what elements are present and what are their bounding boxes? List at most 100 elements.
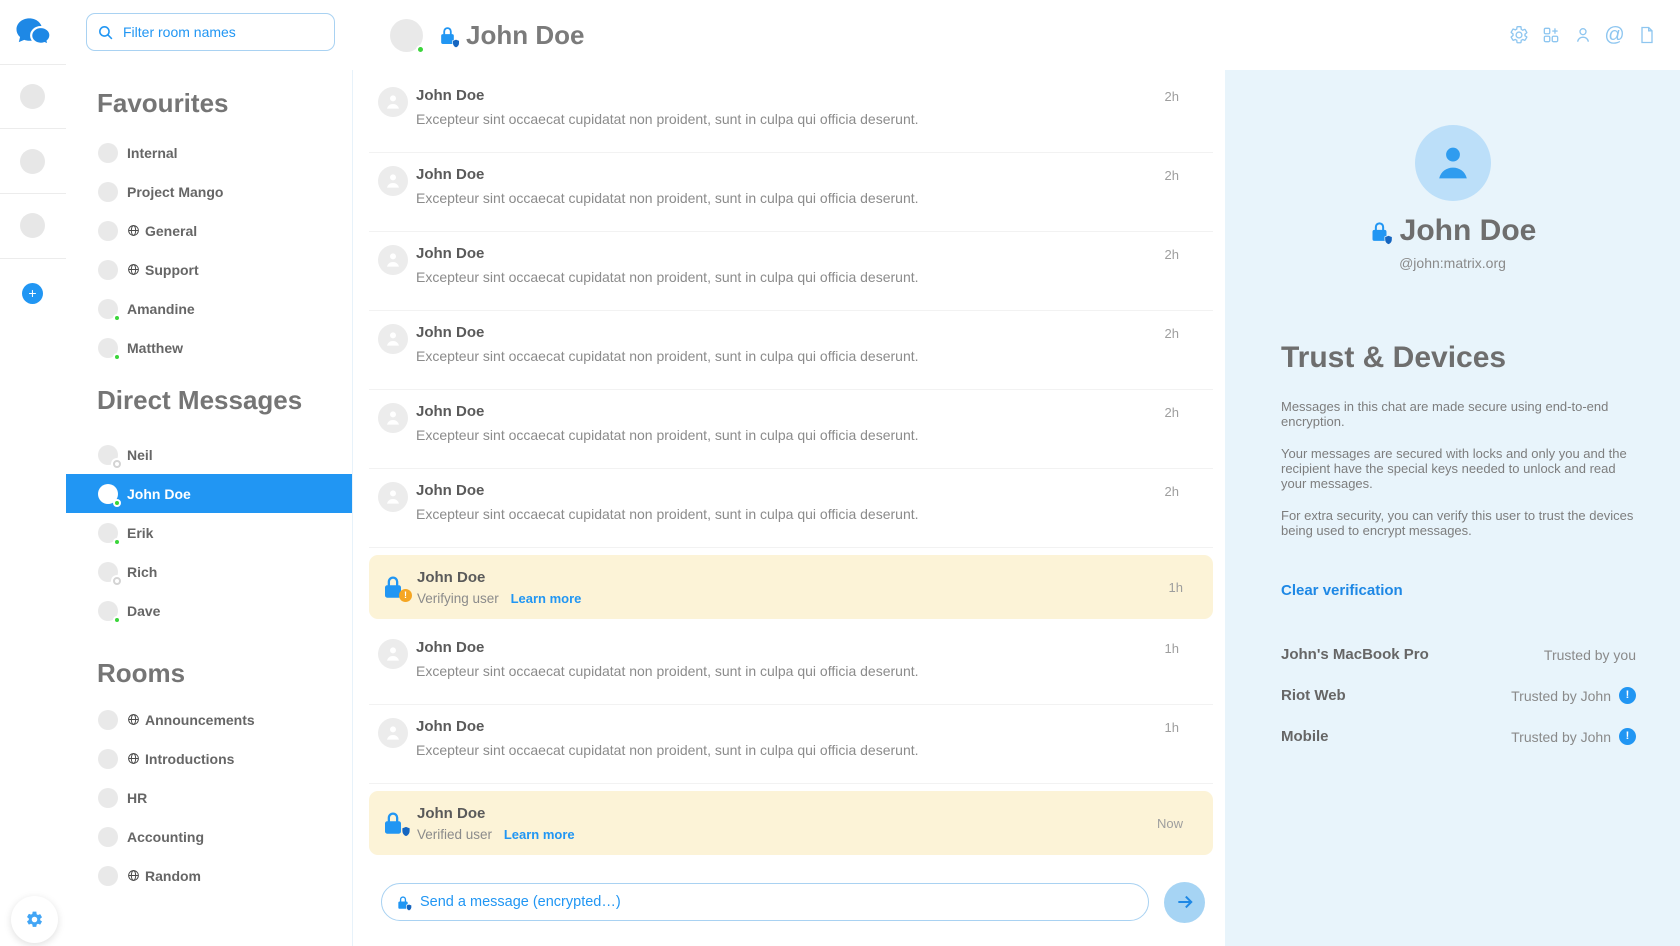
sidebar-item-accounting[interactable]: Accounting	[66, 817, 352, 856]
rail-divider	[0, 193, 66, 194]
room-name: Project Mango	[127, 184, 223, 200]
globe-icon	[127, 263, 140, 276]
mention-icon[interactable]: @	[1604, 25, 1625, 46]
learn-more-link[interactable]: Learn more	[504, 827, 575, 842]
sidebar-item-hr[interactable]: HR	[66, 778, 352, 817]
verified-lock-icon	[1369, 220, 1390, 243]
arrow-right-icon	[1175, 892, 1195, 912]
composer-bar	[353, 858, 1225, 946]
sidebar-item-rich[interactable]: Rich	[66, 552, 352, 591]
room-filter-input[interactable]	[123, 24, 324, 40]
message-sender: John Doe	[416, 639, 919, 656]
sidebar-item-introductions[interactable]: Introductions	[66, 739, 352, 778]
message-timestamp: 1h	[1169, 580, 1183, 595]
device-list: John's MacBook Pro Trusted by you Riot W…	[1281, 634, 1636, 757]
person-icon	[383, 487, 403, 507]
rail-community-avatar[interactable]	[20, 213, 45, 238]
trust-paragraph: Your messages are secured with locks and…	[1281, 446, 1636, 492]
avatar	[98, 143, 118, 163]
add-community-button[interactable]: +	[22, 283, 43, 304]
avatar	[378, 403, 408, 433]
device-trust-status: Trusted by you	[1544, 647, 1636, 663]
rail-community-avatar[interactable]	[20, 149, 45, 174]
sidebar-item-internal[interactable]: Internal	[66, 133, 352, 172]
search-icon	[97, 24, 114, 41]
settings-button[interactable]	[11, 896, 58, 943]
avatar	[378, 639, 408, 669]
message-timestamp: 2h	[1165, 166, 1179, 231]
verification-status: Verified user	[417, 827, 492, 842]
message-row: John Doe Excepteur sint occaecat cupidat…	[369, 469, 1213, 548]
encrypted-lock-icon	[396, 895, 410, 910]
learn-more-link[interactable]: Learn more	[511, 591, 582, 606]
header-actions: @	[1508, 25, 1657, 46]
info-icon[interactable]: !	[1619, 687, 1636, 704]
trust-paragraph: Messages in this chat are made secure us…	[1281, 399, 1636, 430]
sidebar-item-project-mango[interactable]: Project Mango	[66, 172, 352, 211]
message-composer	[381, 883, 1149, 921]
sidebar-item-support[interactable]: Support	[66, 250, 352, 289]
room-name: Accounting	[127, 829, 204, 845]
device-row: Mobile Trusted by John !	[1281, 716, 1636, 757]
main-region: John Doe @	[352, 0, 1680, 946]
room-name: Erik	[127, 525, 153, 541]
files-icon[interactable]	[1636, 25, 1657, 46]
message-timestamp: 1h	[1165, 718, 1179, 783]
message-sender: John Doe	[416, 87, 919, 104]
room-name: Matthew	[127, 340, 183, 356]
sidebar-sections: Favourites Internal Project Mango Genera…	[66, 88, 352, 895]
presence-dot	[113, 353, 121, 361]
add-room-icon[interactable]	[1540, 25, 1561, 46]
sidebar-item-neil[interactable]: Neil	[66, 435, 352, 474]
clear-verification-link[interactable]: Clear verification	[1281, 582, 1403, 599]
verification-event-row: ! John Doe Verified user Learn more Now	[369, 791, 1213, 855]
rail-community-avatar[interactable]	[20, 84, 45, 109]
rail-divider	[0, 128, 66, 129]
message-timestamp: 2h	[1165, 87, 1179, 152]
trust-paragraph: For extra security, you can verify this …	[1281, 508, 1636, 539]
device-trust-status: Trusted by John	[1511, 688, 1611, 704]
avatar	[378, 324, 408, 354]
sidebar-item-erik[interactable]: Erik	[66, 513, 352, 552]
encryption-lock-icon	[438, 25, 457, 46]
room-header: John Doe @	[352, 0, 1680, 70]
sidebar-item-amandine[interactable]: Amandine	[66, 289, 352, 328]
room-name: Dave	[127, 603, 160, 619]
info-icon[interactable]: !	[1619, 728, 1636, 745]
message-timestamp: 2h	[1165, 403, 1179, 468]
profile-name: John Doe	[1400, 214, 1537, 248]
lock-icon: !	[381, 575, 407, 599]
avatar	[378, 482, 408, 512]
room-name: Rich	[127, 564, 157, 580]
message-text: Excepteur sint occaecat cupidatat non pr…	[416, 190, 919, 206]
message-text: Excepteur sint occaecat cupidatat non pr…	[416, 111, 919, 127]
avatar	[98, 260, 118, 280]
message-timestamp: 2h	[1165, 324, 1179, 389]
sidebar-item-general[interactable]: General	[66, 211, 352, 250]
sidebar-item-matthew[interactable]: Matthew	[66, 328, 352, 367]
sidebar-item-dave[interactable]: Dave	[66, 591, 352, 630]
members-icon[interactable]	[1572, 25, 1593, 46]
message-text: Excepteur sint occaecat cupidatat non pr…	[416, 269, 919, 285]
gear-icon	[25, 910, 44, 929]
section-title: Favourites	[97, 88, 352, 118]
sidebar-item-random[interactable]: Random	[66, 856, 352, 895]
sidebar-item-john-doe[interactable]: John Doe	[66, 474, 352, 513]
message-input[interactable]	[420, 894, 1134, 910]
lock-icon: !	[381, 811, 407, 835]
message-timestamp: Now	[1157, 816, 1183, 831]
room-avatar	[390, 19, 423, 52]
send-button[interactable]	[1164, 882, 1205, 923]
profile-avatar	[1415, 125, 1491, 201]
message-text: Excepteur sint occaecat cupidatat non pr…	[416, 427, 919, 443]
device-name: John's MacBook Pro	[1281, 646, 1429, 663]
verification-event-row: ! John Doe Verifying user Learn more 1h	[369, 555, 1213, 619]
message-text: Excepteur sint occaecat cupidatat non pr…	[416, 348, 919, 364]
person-icon	[383, 92, 403, 112]
sidebar-item-announcements[interactable]: Announcements	[66, 700, 352, 739]
sidebar-section: Direct Messages Neil John Doe Erik Rich	[66, 385, 352, 630]
avatar	[98, 338, 118, 358]
room-name: Random	[145, 868, 201, 884]
message-sender: John Doe	[417, 569, 581, 586]
room-settings-icon[interactable]	[1508, 25, 1529, 46]
